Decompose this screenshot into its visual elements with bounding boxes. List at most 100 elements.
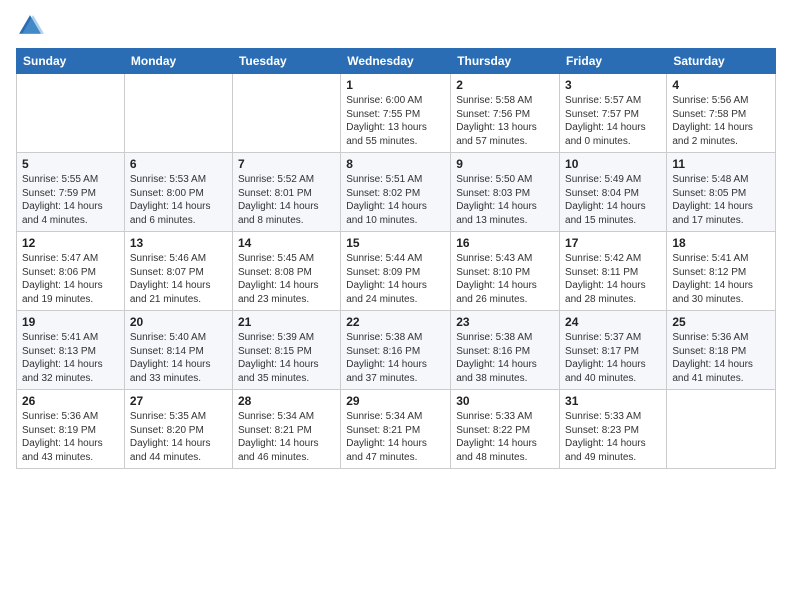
cell-day-number: 12 bbox=[22, 236, 119, 250]
week-row-2: 12 Sunrise: 5:47 AM Sunset: 8:06 PM Dayli… bbox=[17, 232, 776, 311]
cell-info: Sunrise: 5:34 AM Sunset: 8:21 PM Dayligh… bbox=[238, 410, 335, 464]
calendar-cell: 13 Sunrise: 5:46 AM Sunset: 8:07 PM Dayli… bbox=[124, 232, 232, 311]
cell-info: Sunrise: 5:34 AM Sunset: 8:21 PM Dayligh… bbox=[346, 410, 445, 464]
cell-day-number: 8 bbox=[346, 157, 445, 171]
header-cell-tuesday: Tuesday bbox=[232, 49, 340, 74]
cell-info: Sunrise: 5:36 AM Sunset: 8:19 PM Dayligh… bbox=[22, 410, 119, 464]
cell-day-number: 13 bbox=[130, 236, 227, 250]
header-cell-saturday: Saturday bbox=[667, 49, 776, 74]
calendar-cell: 1 Sunrise: 6:00 AM Sunset: 7:55 PM Daylig… bbox=[341, 74, 451, 153]
cell-day-number: 24 bbox=[565, 315, 661, 329]
calendar-cell: 22Sunrise: 5:38 AM Sunset: 8:16 PM Dayli… bbox=[341, 311, 451, 390]
calendar-cell bbox=[17, 74, 125, 153]
calendar-cell bbox=[667, 390, 776, 469]
cell-day-number: 28 bbox=[238, 394, 335, 408]
calendar-cell: 14 Sunrise: 5:45 AM Sunset: 8:08 PM Dayli… bbox=[232, 232, 340, 311]
calendar-cell: 30Sunrise: 5:33 AM Sunset: 8:22 PM Dayli… bbox=[451, 390, 560, 469]
calendar-cell: 28 Sunrise: 5:34 AM Sunset: 8:21 PM Dayli… bbox=[232, 390, 340, 469]
calendar-cell: 15 Sunrise: 5:44 AM Sunset: 8:09 PM Dayli… bbox=[341, 232, 451, 311]
week-row-1: 5 Sunrise: 5:55 AM Sunset: 7:59 PM Daylig… bbox=[17, 153, 776, 232]
calendar-cell: 2 Sunrise: 5:58 AM Sunset: 7:56 PM Daylig… bbox=[451, 74, 560, 153]
cell-day-number: 14 bbox=[238, 236, 335, 250]
header-cell-monday: Monday bbox=[124, 49, 232, 74]
calendar-cell bbox=[232, 74, 340, 153]
cell-info: Sunrise: 5:46 AM Sunset: 8:07 PM Dayligh… bbox=[130, 252, 227, 306]
cell-info: Sunrise: 6:00 AM Sunset: 7:55 PM Dayligh… bbox=[346, 94, 445, 148]
cell-info: Sunrise: 5:42 AM Sunset: 8:11 PM Dayligh… bbox=[565, 252, 661, 306]
cell-day-number: 22 bbox=[346, 315, 445, 329]
calendar-cell: 9 Sunrise: 5:50 AM Sunset: 8:03 PM Daylig… bbox=[451, 153, 560, 232]
cell-info: Sunrise: 5:51 AM Sunset: 8:02 PM Dayligh… bbox=[346, 173, 445, 227]
calendar-cell: 4Sunrise: 5:56 AM Sunset: 7:58 PM Daylig… bbox=[667, 74, 776, 153]
cell-day-number: 21 bbox=[238, 315, 335, 329]
cell-day-number: 16 bbox=[456, 236, 554, 250]
cell-info: Sunrise: 5:35 AM Sunset: 8:20 PM Dayligh… bbox=[130, 410, 227, 464]
cell-info: Sunrise: 5:44 AM Sunset: 8:09 PM Dayligh… bbox=[346, 252, 445, 306]
cell-info: Sunrise: 5:41 AM Sunset: 8:12 PM Dayligh… bbox=[672, 252, 770, 306]
cell-day-number: 1 bbox=[346, 78, 445, 92]
page: SundayMondayTuesdayWednesdayThursdayFrid… bbox=[0, 0, 792, 477]
cell-info: Sunrise: 5:57 AM Sunset: 7:57 PM Dayligh… bbox=[565, 94, 661, 148]
cell-info: Sunrise: 5:33 AM Sunset: 8:23 PM Dayligh… bbox=[565, 410, 661, 464]
calendar-cell: 18 Sunrise: 5:41 AM Sunset: 8:12 PM Dayli… bbox=[667, 232, 776, 311]
calendar-cell: 23 Sunrise: 5:38 AM Sunset: 8:16 PM Dayli… bbox=[451, 311, 560, 390]
calendar-cell: 31 Sunrise: 5:33 AM Sunset: 8:23 PM Dayli… bbox=[560, 390, 667, 469]
calendar-cell: 24Sunrise: 5:37 AM Sunset: 8:17 PM Dayli… bbox=[560, 311, 667, 390]
calendar-cell: 10 Sunrise: 5:49 AM Sunset: 8:04 PM Dayli… bbox=[560, 153, 667, 232]
calendar-cell: 8 Sunrise: 5:51 AM Sunset: 8:02 PM Daylig… bbox=[341, 153, 451, 232]
cell-day-number: 10 bbox=[565, 157, 661, 171]
calendar-cell: 17 Sunrise: 5:42 AM Sunset: 8:11 PM Dayli… bbox=[560, 232, 667, 311]
cell-day-number: 6 bbox=[130, 157, 227, 171]
cell-day-number: 7 bbox=[238, 157, 335, 171]
cell-day-number: 2 bbox=[456, 78, 554, 92]
cell-info: Sunrise: 5:49 AM Sunset: 8:04 PM Dayligh… bbox=[565, 173, 661, 227]
header-cell-wednesday: Wednesday bbox=[341, 49, 451, 74]
calendar-cell: 11Sunrise: 5:48 AM Sunset: 8:05 PM Dayli… bbox=[667, 153, 776, 232]
header bbox=[16, 12, 776, 40]
cell-day-number: 11 bbox=[672, 157, 770, 171]
cell-info: Sunrise: 5:43 AM Sunset: 8:10 PM Dayligh… bbox=[456, 252, 554, 306]
cell-info: Sunrise: 5:52 AM Sunset: 8:01 PM Dayligh… bbox=[238, 173, 335, 227]
calendar-cell: 6 Sunrise: 5:53 AM Sunset: 8:00 PM Daylig… bbox=[124, 153, 232, 232]
header-row: SundayMondayTuesdayWednesdayThursdayFrid… bbox=[17, 49, 776, 74]
header-cell-sunday: Sunday bbox=[17, 49, 125, 74]
calendar-cell: 27 Sunrise: 5:35 AM Sunset: 8:20 PM Dayli… bbox=[124, 390, 232, 469]
calendar-cell: 29 Sunrise: 5:34 AM Sunset: 8:21 PM Dayli… bbox=[341, 390, 451, 469]
cell-info: Sunrise: 5:41 AM Sunset: 8:13 PM Dayligh… bbox=[22, 331, 119, 385]
header-cell-thursday: Thursday bbox=[451, 49, 560, 74]
cell-info: Sunrise: 5:55 AM Sunset: 7:59 PM Dayligh… bbox=[22, 173, 119, 227]
calendar-cell: 16 Sunrise: 5:43 AM Sunset: 8:10 PM Dayli… bbox=[451, 232, 560, 311]
cell-day-number: 3 bbox=[565, 78, 661, 92]
calendar-cell: 26 Sunrise: 5:36 AM Sunset: 8:19 PM Dayli… bbox=[17, 390, 125, 469]
cell-info: Sunrise: 5:36 AM Sunset: 8:18 PM Dayligh… bbox=[672, 331, 770, 385]
cell-day-number: 15 bbox=[346, 236, 445, 250]
cell-day-number: 27 bbox=[130, 394, 227, 408]
calendar-cell: 7 Sunrise: 5:52 AM Sunset: 8:01 PM Daylig… bbox=[232, 153, 340, 232]
calendar-table: SundayMondayTuesdayWednesdayThursdayFrid… bbox=[16, 48, 776, 469]
cell-info: Sunrise: 5:56 AM Sunset: 7:58 PM Dayligh… bbox=[672, 94, 770, 148]
logo-icon bbox=[16, 12, 44, 40]
cell-day-number: 9 bbox=[456, 157, 554, 171]
calendar-cell bbox=[124, 74, 232, 153]
cell-info: Sunrise: 5:38 AM Sunset: 8:16 PM Dayligh… bbox=[456, 331, 554, 385]
cell-day-number: 18 bbox=[672, 236, 770, 250]
cell-day-number: 23 bbox=[456, 315, 554, 329]
cell-day-number: 29 bbox=[346, 394, 445, 408]
calendar-cell: 5 Sunrise: 5:55 AM Sunset: 7:59 PM Daylig… bbox=[17, 153, 125, 232]
cell-info: Sunrise: 5:58 AM Sunset: 7:56 PM Dayligh… bbox=[456, 94, 554, 148]
cell-day-number: 25 bbox=[672, 315, 770, 329]
cell-day-number: 30 bbox=[456, 394, 554, 408]
calendar-cell: 25 Sunrise: 5:36 AM Sunset: 8:18 PM Dayli… bbox=[667, 311, 776, 390]
cell-day-number: 31 bbox=[565, 394, 661, 408]
calendar-cell: 12 Sunrise: 5:47 AM Sunset: 8:06 PM Dayli… bbox=[17, 232, 125, 311]
cell-info: Sunrise: 5:50 AM Sunset: 8:03 PM Dayligh… bbox=[456, 173, 554, 227]
cell-day-number: 5 bbox=[22, 157, 119, 171]
cell-info: Sunrise: 5:39 AM Sunset: 8:15 PM Dayligh… bbox=[238, 331, 335, 385]
cell-info: Sunrise: 5:47 AM Sunset: 8:06 PM Dayligh… bbox=[22, 252, 119, 306]
cell-info: Sunrise: 5:53 AM Sunset: 8:00 PM Dayligh… bbox=[130, 173, 227, 227]
cell-info: Sunrise: 5:45 AM Sunset: 8:08 PM Dayligh… bbox=[238, 252, 335, 306]
calendar-cell: 21 Sunrise: 5:39 AM Sunset: 8:15 PM Dayli… bbox=[232, 311, 340, 390]
cell-day-number: 17 bbox=[565, 236, 661, 250]
cell-info: Sunrise: 5:40 AM Sunset: 8:14 PM Dayligh… bbox=[130, 331, 227, 385]
cell-day-number: 26 bbox=[22, 394, 119, 408]
